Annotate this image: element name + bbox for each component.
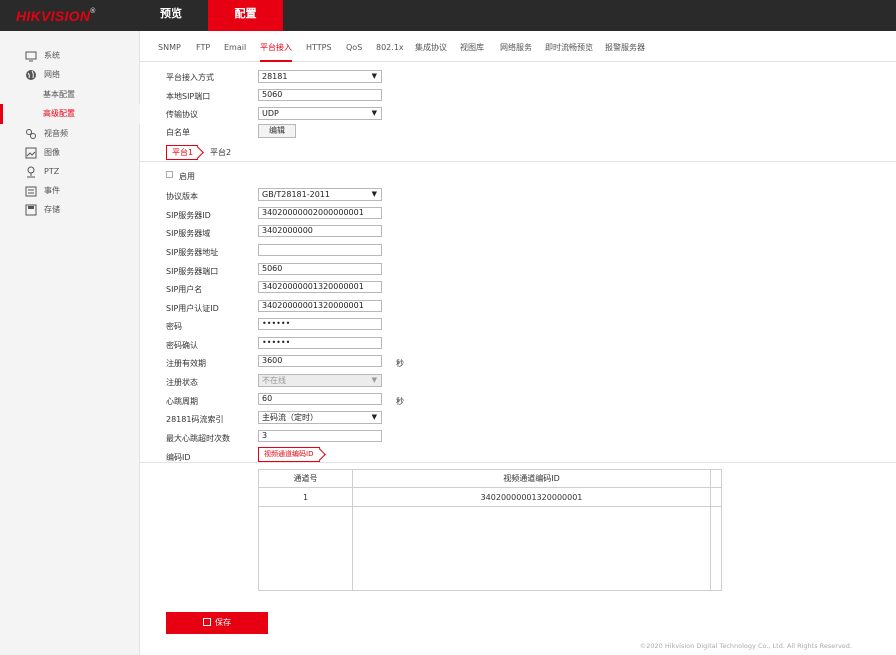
tab-ftp[interactable]: FTP <box>196 31 210 62</box>
enable-checkbox[interactable] <box>166 171 173 178</box>
dropdown-arrow-icon: ▼ <box>371 376 377 384</box>
stream-index-select[interactable]: 主码流（定时） ▼ <box>258 411 382 424</box>
sidebar: 系统 网络 基本配置 高级配置 视音频 图像 PTZ 事件 存储 <box>0 31 140 655</box>
column-header-channel: 通道号 <box>293 474 318 483</box>
dropdown-arrow-icon: ▼ <box>371 190 377 198</box>
encode-id-table: 通道号 视频通道编码ID 1 34020000001320000001 <box>258 469 722 591</box>
sidebar-item-ptz[interactable]: PTZ <box>0 162 140 182</box>
copyright-footer: ©2020 Hikvision Digital Technology Co., … <box>639 642 852 650</box>
monitor-icon <box>25 51 37 62</box>
tab-view-library[interactable]: 视图库 <box>460 31 484 62</box>
config-subtabs: SNMP FTP Email 平台接入 HTTPS QoS 802.1x 集成协… <box>140 31 896 62</box>
register-status-label: 注册状态 <box>166 378 198 387</box>
protocol-select[interactable]: GB/T28181-2011 ▼ <box>258 188 382 201</box>
divider <box>140 462 896 463</box>
tab-email[interactable]: Email <box>224 31 246 62</box>
globe-icon <box>26 70 36 80</box>
sip-port-label: 本地SIP端口 <box>166 92 211 101</box>
server-domain-input[interactable]: 3402000000 <box>258 225 382 237</box>
register-expire-label: 注册有效期 <box>166 359 206 368</box>
tab-8021x[interactable]: 802.1x <box>376 31 404 62</box>
server-port-label: SIP服务器端口 <box>166 267 219 276</box>
stream-index-label: 28181码流索引 <box>166 415 224 424</box>
tab-snmp[interactable]: SNMP <box>158 31 181 62</box>
whitelist-edit-button[interactable]: 编辑 <box>258 124 296 138</box>
image-icon <box>25 147 37 159</box>
platform-tab-bar <box>140 143 896 162</box>
sidebar-sub-basic[interactable]: 基本配置 <box>0 85 140 105</box>
tab-integration[interactable]: 集成协议 <box>415 31 447 62</box>
save-icon <box>203 618 211 626</box>
password-label: 密码 <box>166 322 182 331</box>
top-bar: HIKVISION® 预览 配置 <box>0 0 896 31</box>
whitelist-label: 白名单 <box>166 128 190 137</box>
tab-platform-2[interactable]: 平台2 <box>210 145 231 160</box>
sidebar-item-network[interactable]: 网络 <box>0 65 140 85</box>
tab-video-channel-encode-id[interactable]: 视频通道编码ID <box>258 447 320 462</box>
sip-user-label: SIP用户名 <box>166 285 203 294</box>
sip-auth-input[interactable]: 34020000001320000001 <box>258 300 382 312</box>
enable-label: 启用 <box>179 172 195 181</box>
dropdown-arrow-icon: ▼ <box>371 72 377 80</box>
sidebar-item-audio-video[interactable]: 视音频 <box>0 124 140 144</box>
server-id-label: SIP服务器ID <box>166 211 211 220</box>
dropdown-arrow-icon: ▼ <box>371 413 377 421</box>
heartbeat-label: 心跳周期 <box>166 397 198 406</box>
hikvision-logo: HIKVISION® <box>16 8 96 24</box>
protocol-label: 协议版本 <box>166 192 198 201</box>
storage-icon <box>25 204 37 216</box>
table-row[interactable]: 1 34020000001320000001 <box>259 489 721 507</box>
tab-alarm-server[interactable]: 报警服务器 <box>605 31 645 62</box>
tab-https[interactable]: HTTPS <box>306 31 332 62</box>
tab-network-service[interactable]: 网络服务 <box>500 31 532 62</box>
table-header: 通道号 视频通道编码ID <box>259 470 721 488</box>
sidebar-sub-advanced[interactable]: 高级配置 <box>0 104 140 124</box>
column-header-encode-id: 视频通道编码ID <box>503 474 560 483</box>
tab-platform-1[interactable]: 平台1 <box>166 145 198 160</box>
dropdown-arrow-icon: ▼ <box>371 109 377 117</box>
heartbeat-timeout-label: 最大心跳超时次数 <box>166 434 230 443</box>
transport-label: 传输协议 <box>166 110 198 119</box>
password-confirm-input[interactable]: •••••• <box>258 337 382 349</box>
password-input[interactable]: •••••• <box>258 318 382 330</box>
sidebar-item-image[interactable]: 图像 <box>0 143 140 163</box>
channel-cell: 1 <box>302 493 309 502</box>
heartbeat-timeout-input[interactable]: 3 <box>258 430 382 442</box>
tab-platform-access[interactable]: 平台接入 <box>260 31 292 62</box>
sidebar-item-system[interactable]: 系统 <box>0 46 140 66</box>
column-divider <box>352 470 353 590</box>
register-status-select: 不在线 ▼ <box>258 374 382 387</box>
access-mode-select[interactable]: 28181 ▼ <box>258 70 382 83</box>
access-mode-label: 平台接入方式 <box>166 73 214 82</box>
register-expire-input[interactable]: 3600 <box>258 355 382 367</box>
encode-id-cell[interactable]: 34020000001320000001 <box>353 489 710 507</box>
server-id-input[interactable]: 34020000002000000001 <box>258 207 382 219</box>
sidebar-item-storage[interactable]: 存储 <box>0 200 140 220</box>
sidebar-item-event[interactable]: 事件 <box>0 181 140 201</box>
ptz-icon <box>27 166 35 178</box>
tab-instant-preview[interactable]: 即时流畅预览 <box>545 31 593 62</box>
sip-user-input[interactable]: 34020000001320000001 <box>258 281 382 293</box>
heartbeat-unit: 秒 <box>396 397 404 406</box>
expire-unit: 秒 <box>396 359 404 368</box>
save-button[interactable]: 保存 <box>166 612 268 634</box>
column-divider <box>710 470 711 590</box>
transport-select[interactable]: UDP ▼ <box>258 107 382 120</box>
server-address-input[interactable] <box>258 244 382 256</box>
audio-video-icon <box>26 129 36 139</box>
tab-qos[interactable]: QoS <box>346 31 362 62</box>
sip-auth-label: SIP用户认证ID <box>166 304 219 313</box>
password-confirm-label: 密码确认 <box>166 341 198 350</box>
nav-tab-preview[interactable]: 预览 <box>140 0 202 31</box>
server-port-input[interactable]: 5060 <box>258 263 382 275</box>
sip-port-input[interactable]: 5060 <box>258 89 382 101</box>
event-icon <box>25 186 37 197</box>
heartbeat-input[interactable]: 60 <box>258 393 382 405</box>
server-domain-label: SIP服务器域 <box>166 229 211 238</box>
server-address-label: SIP服务器地址 <box>166 248 219 257</box>
nav-tab-config[interactable]: 配置 <box>208 0 283 31</box>
